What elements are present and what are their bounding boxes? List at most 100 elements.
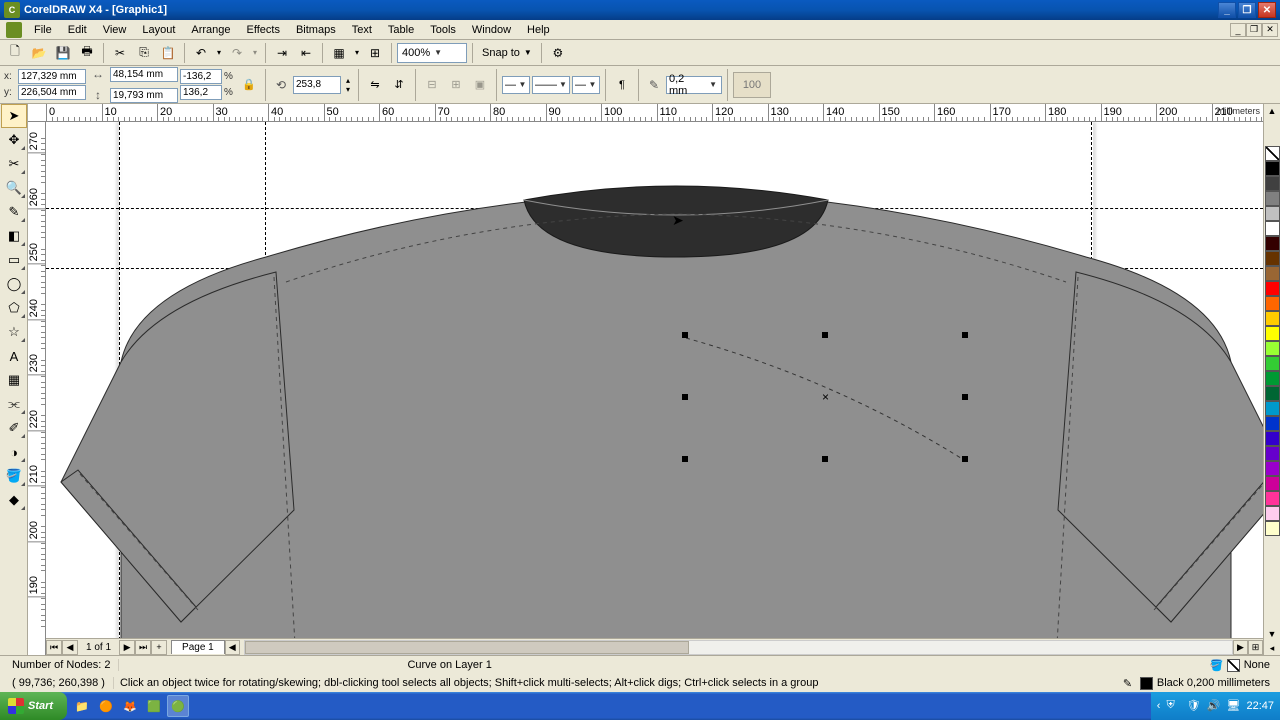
tray-icon[interactable]: 🛡 [1186,699,1200,713]
app-launcher-arrow[interactable]: ▾ [352,42,362,64]
table-tool[interactable]: ▦ [1,368,27,392]
text-tool[interactable]: A [1,344,27,368]
pick-tool[interactable]: ➤ [1,104,27,128]
paste-button[interactable]: 📋 [157,42,179,64]
redo-button[interactable]: ↷ [226,42,248,64]
group-button[interactable]: ▣ [469,70,491,100]
undo-button[interactable]: ↶ [190,42,212,64]
outline-tool[interactable]: ◑ [1,440,27,464]
crop-tool[interactable]: ✂ [1,152,27,176]
menu-tools[interactable]: Tools [422,22,464,38]
outline-swatch[interactable] [1140,677,1153,690]
zoom-tool[interactable]: 🔍 [1,176,27,200]
mdi-minimize[interactable]: _ [1230,23,1246,37]
color-swatch[interactable] [1265,521,1280,536]
freehand-tool[interactable]: ✎ [1,200,27,224]
scale-x-input[interactable]: -136,2 [180,69,222,84]
eyedropper-tool[interactable]: ✐ [1,416,27,440]
selection-handle[interactable] [822,456,828,462]
selection-center[interactable]: × [822,390,829,404]
palette-scroll-down[interactable]: ▼ [1264,627,1280,641]
tray-icon[interactable]: ⛨ [1166,699,1180,713]
scroll-right-button[interactable]: ▶ [1233,640,1248,655]
maximize-button[interactable]: ❐ [1238,2,1256,18]
minimize-button[interactable]: _ [1218,2,1236,18]
cut-button[interactable]: ✂ [109,42,131,64]
add-page-button[interactable]: + [151,640,167,655]
close-button[interactable]: ✕ [1258,2,1276,18]
print-button[interactable]: 🖶 [76,42,98,64]
color-swatch[interactable] [1265,491,1280,506]
color-swatch[interactable] [1265,371,1280,386]
menu-arrange[interactable]: Arrange [183,22,238,38]
menu-bitmaps[interactable]: Bitmaps [288,22,344,38]
color-swatch[interactable] [1265,461,1280,476]
menu-window[interactable]: Window [464,22,519,38]
interactive-blend-tool[interactable]: ⫘ [1,392,27,416]
menu-file[interactable]: File [26,22,60,38]
shape-tool[interactable]: ✥ [1,128,27,152]
color-swatch[interactable] [1265,311,1280,326]
horizontal-scrollbar[interactable] [244,640,1233,655]
tshirt-artwork[interactable] [46,122,1263,655]
menu-edit[interactable]: Edit [60,22,95,38]
app-launcher-button[interactable]: ▦ [328,42,350,64]
ql-media[interactable]: 🟠 [95,695,117,717]
mirror-v-button[interactable]: ⇵ [388,70,410,100]
no-color-swatch[interactable] [1265,146,1280,161]
line-style-combo[interactable]: ——▼ [532,76,570,94]
snap-dropdown[interactable]: Snap to ▼ [478,47,536,59]
color-swatch[interactable] [1265,506,1280,521]
menu-view[interactable]: View [95,22,135,38]
color-swatch[interactable] [1265,296,1280,311]
color-swatch[interactable] [1265,266,1280,281]
mdi-restore[interactable]: ❐ [1246,23,1262,37]
mdi-close[interactable]: ✕ [1262,23,1278,37]
navigator-button[interactable]: ⊞ [1248,640,1263,655]
interactive-fill-tool[interactable]: ◆ [1,488,27,512]
horizontal-ruler[interactable]: millimeters 0102030405060708090100110120… [28,104,1263,122]
fill-swatch[interactable] [1227,659,1240,672]
tray-icon[interactable]: 🖥 [1226,699,1240,713]
next-page-button[interactable]: ▶ [119,640,135,655]
menu-layout[interactable]: Layout [134,22,183,38]
tray-icon[interactable]: 🔊 [1206,699,1220,713]
line-end-combo[interactable]: —▼ [572,76,600,94]
ungroup-button[interactable]: ⊟ [421,70,443,100]
ungroup-all-button[interactable]: ⊞ [445,70,467,100]
fill-tool[interactable]: 🪣 [1,464,27,488]
mirror-h-button[interactable]: ⇋ [364,70,386,100]
export-button[interactable]: ⇤ [295,42,317,64]
ql-app1[interactable]: 🟩 [143,695,165,717]
smart-fill-tool[interactable]: ◧ [1,224,27,248]
page-tab[interactable]: Page 1 [171,640,225,654]
selection-handle[interactable] [682,456,688,462]
open-button[interactable]: 📂 [28,42,50,64]
ql-coreldraw[interactable]: 🟢 [167,695,189,717]
copy-button[interactable]: ⎘ [133,42,155,64]
color-swatch[interactable] [1265,431,1280,446]
new-button[interactable]: 🗋 [4,42,26,64]
last-page-button[interactable]: ⏭ [135,640,151,655]
welcome-button[interactable]: ⊞ [364,42,386,64]
tray-expand-icon[interactable]: ‹ [1157,700,1161,712]
scale-y-input[interactable]: 136,2 [180,85,222,100]
ellipse-tool[interactable]: ◯ [1,272,27,296]
transparency-spinner[interactable]: 100 [733,72,771,98]
color-swatch[interactable] [1265,356,1280,371]
menu-effects[interactable]: Effects [239,22,288,38]
color-swatch[interactable] [1265,476,1280,491]
menu-table[interactable]: Table [380,22,422,38]
options-button[interactable]: ⚙ [547,42,569,64]
wrap-text-button[interactable]: ¶ [611,70,633,100]
color-swatch[interactable] [1265,176,1280,191]
rotation-spinner[interactable]: ▴▾ [343,76,353,94]
canvas[interactable]: × ➤ [46,122,1263,655]
x-input[interactable]: 127,329 mm [18,69,86,84]
selection-handle[interactable] [962,456,968,462]
polygon-tool[interactable]: ⬠ [1,296,27,320]
color-swatch[interactable] [1265,326,1280,341]
redo-list-button[interactable]: ▾ [250,42,260,64]
palette-scroll-up[interactable]: ▲ [1264,104,1280,118]
color-swatch[interactable] [1265,281,1280,296]
